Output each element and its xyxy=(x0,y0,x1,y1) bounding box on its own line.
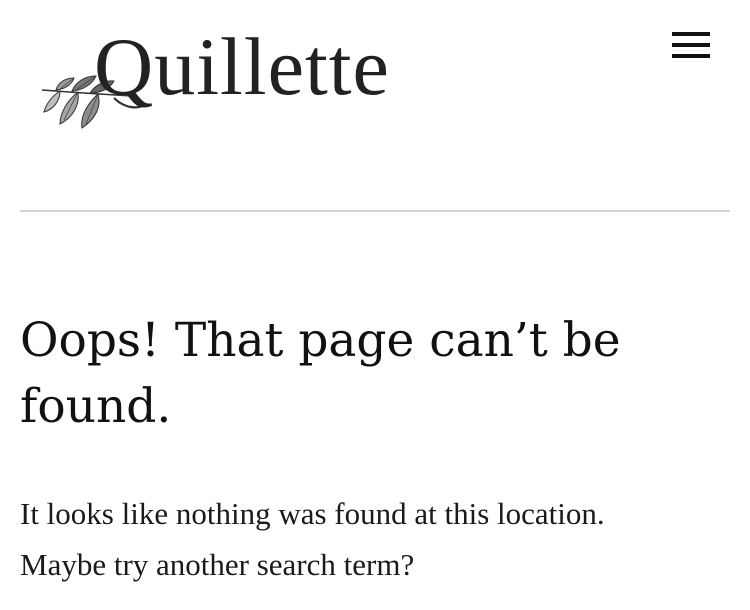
page-title: Oops! That page can’t be found. xyxy=(20,313,621,434)
site-logo[interactable]: Quillette xyxy=(38,12,458,129)
logo-wordmark: Quillette xyxy=(94,21,390,112)
site-header: Quillette xyxy=(0,0,750,210)
main-content: Oops! That page can’t be found. It looks… xyxy=(20,308,730,590)
not-found-message: It looks like nothing was found at this … xyxy=(20,496,605,582)
header-divider xyxy=(20,210,730,212)
hamburger-menu-icon xyxy=(672,32,710,58)
hamburger-menu-button[interactable] xyxy=(668,24,714,68)
